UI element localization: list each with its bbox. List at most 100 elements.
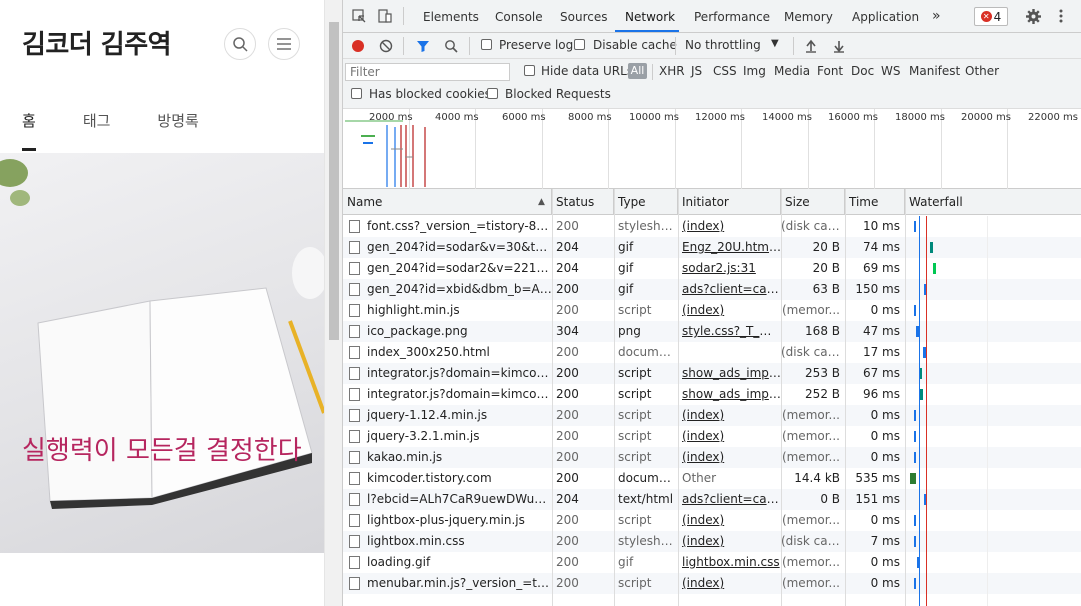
cell-initiator[interactable]: style.css?_T_=1... xyxy=(678,321,781,342)
tab-network[interactable]: Network xyxy=(625,10,675,24)
table-row[interactable]: lightbox-plus-jquery.min.js 200 script (ind… xyxy=(343,510,1081,531)
hide-data-urls-checkbox[interactable] xyxy=(524,65,535,76)
network-overview-timeline[interactable]: 2000 ms 4000 ms 6000 ms 8000 ms 10000 ms… xyxy=(343,109,1081,189)
cell-type: script xyxy=(618,513,652,527)
column-waterfall[interactable]: Waterfall xyxy=(905,189,1081,215)
cell-time: 17 ms xyxy=(862,345,900,359)
throttling-select[interactable]: No throttling xyxy=(685,38,761,52)
device-toolbar-icon[interactable] xyxy=(377,8,393,24)
table-row[interactable]: loading.gif 200 gif lightbox.min.css (memor.… xyxy=(343,552,1081,573)
cell-initiator[interactable]: (index) xyxy=(678,510,781,531)
cell-type: script xyxy=(618,303,652,317)
tab-memory[interactable]: Memory xyxy=(784,10,833,24)
cell-size: (memor... xyxy=(781,513,840,527)
cell-initiator[interactable]: sodar2.js:31 xyxy=(678,258,781,279)
table-row[interactable]: menubar.min.js?_version_=tistor... 200 scr… xyxy=(343,573,1081,594)
filter-type-xhr[interactable]: XHR xyxy=(659,64,685,78)
error-count-badge[interactable]: ✕ 4 xyxy=(974,7,1008,26)
cell-initiator[interactable]: (index) xyxy=(678,573,781,594)
cell-initiator[interactable]: (index) xyxy=(678,300,781,321)
settings-gear-icon[interactable] xyxy=(1025,8,1041,24)
filter-type-all[interactable]: All xyxy=(628,63,647,79)
tab-sources[interactable]: Sources xyxy=(560,10,607,24)
table-row[interactable]: gen_204?id=xbid&dbm_b=AKA... 200 gif ads?cl… xyxy=(343,279,1081,300)
cell-initiator[interactable]: (index) xyxy=(678,531,781,552)
throttling-dropdown-arrow[interactable]: ▼ xyxy=(771,38,779,49)
cell-type: png xyxy=(618,324,641,338)
clear-icon[interactable] xyxy=(378,38,394,54)
cell-initiator[interactable]: ads?client=ca-p... xyxy=(678,279,781,300)
cell-initiator[interactable]: (index) xyxy=(678,426,781,447)
nav-tag[interactable]: 태그 xyxy=(83,110,111,131)
blocked-requests-checkbox[interactable] xyxy=(487,88,498,99)
table-row[interactable]: jquery-3.2.1.min.js 200 script (index) (memo… xyxy=(343,426,1081,447)
cell-initiator[interactable]: show_ads_impl_... xyxy=(678,363,781,384)
nav-guestbook[interactable]: 방명록 xyxy=(157,110,198,131)
filter-input[interactable] xyxy=(345,63,510,81)
file-icon xyxy=(349,577,360,590)
filter-type-other[interactable]: Other xyxy=(965,64,999,78)
filter-type-media[interactable]: Media xyxy=(774,64,810,78)
page-scrollbar[interactable] xyxy=(324,0,342,606)
filter-type-js[interactable]: JS xyxy=(691,64,702,78)
table-row[interactable]: lightbox.min.css 200 stylesheet (index) (dis… xyxy=(343,531,1081,552)
waterfall-bar xyxy=(914,410,916,421)
table-row[interactable]: integrator.js?domain=kimcoder.... 200 scri… xyxy=(343,363,1081,384)
table-row[interactable]: ico_package.png 304 png style.css?_T_=1... 1… xyxy=(343,321,1081,342)
table-row[interactable]: integrator.js?domain=kimcoder.... 200 scri… xyxy=(343,384,1081,405)
blog-title[interactable]: 김코더 김주역 xyxy=(22,24,172,61)
column-time[interactable]: Time xyxy=(845,189,905,215)
filter-type-img[interactable]: Img xyxy=(743,64,766,78)
import-har-icon[interactable] xyxy=(803,38,819,54)
filter-type-doc[interactable]: Doc xyxy=(851,64,874,78)
column-name[interactable]: Name xyxy=(343,189,552,215)
filter-type-manifest[interactable]: Manifest xyxy=(909,64,960,78)
menu-button[interactable] xyxy=(268,28,300,60)
has-blocked-cookies-checkbox[interactable] xyxy=(351,88,362,99)
table-row[interactable]: kimcoder.tistory.com 200 document Other 14.4… xyxy=(343,468,1081,489)
table-row[interactable]: font.css?_version_=tistory-8663c... 200 st… xyxy=(343,216,1081,237)
tab-performance[interactable]: Performance xyxy=(694,10,770,24)
search-button[interactable] xyxy=(224,28,256,60)
column-status[interactable]: Status xyxy=(552,189,614,215)
filter-icon[interactable] xyxy=(415,38,431,54)
table-row[interactable]: gen_204?id=sodar2&v=221&t=... 204 gif sodar… xyxy=(343,258,1081,279)
tab-elements[interactable]: Elements xyxy=(423,10,479,24)
cell-initiator[interactable]: (index) xyxy=(678,447,781,468)
cell-type: document xyxy=(618,345,678,359)
tab-application[interactable]: Application xyxy=(852,10,919,24)
table-row[interactable]: jquery-1.12.4.min.js 200 script (index) (mem… xyxy=(343,405,1081,426)
table-row[interactable]: kakao.min.js 200 script (index) (memor... 0 m… xyxy=(343,447,1081,468)
nav-home[interactable]: 홈 xyxy=(22,110,36,151)
more-tabs-button[interactable]: » xyxy=(932,8,941,24)
cell-initiator[interactable]: show_ads_impl_... xyxy=(678,384,781,405)
export-har-icon[interactable] xyxy=(831,38,847,54)
column-initiator[interactable]: Initiator xyxy=(678,189,781,215)
table-row[interactable]: highlight.min.js 200 script (index) (memor..… xyxy=(343,300,1081,321)
scrollbar-thumb[interactable] xyxy=(329,22,339,340)
table-row[interactable]: gen_204?id=sodar&v=30&t=2&... 204 gif Engz_… xyxy=(343,237,1081,258)
table-row[interactable]: l?ebcid=ALh7CaR9uewDWuLNA... 204 text/html… xyxy=(343,489,1081,510)
tab-console[interactable]: Console xyxy=(495,10,543,24)
more-options-icon[interactable] xyxy=(1053,8,1069,24)
search-icon[interactable] xyxy=(443,38,459,54)
preserve-log-checkbox[interactable] xyxy=(481,39,492,50)
blog-page: 김코더 김주역 홈 태그 방명록 실행력이 모든걸 결정한다 xyxy=(0,0,324,606)
filter-type-css[interactable]: CSS xyxy=(713,64,737,78)
inspect-element-icon[interactable] xyxy=(351,8,367,24)
cell-initiator[interactable]: lightbox.min.css xyxy=(678,552,781,573)
table-row[interactable]: index_300x250.html 200 document (disk cac..… xyxy=(343,342,1081,363)
cell-initiator[interactable]: ads?client=ca-p... xyxy=(678,489,781,510)
column-size[interactable]: Size xyxy=(781,189,845,215)
cell-initiator[interactable]: (index) xyxy=(678,216,781,237)
filter-type-ws[interactable]: WS xyxy=(881,64,900,78)
column-type[interactable]: Type xyxy=(614,189,678,215)
waterfall-bar xyxy=(914,221,916,232)
cell-initiator[interactable]: (index) xyxy=(678,405,781,426)
filter-type-font[interactable]: Font xyxy=(817,64,843,78)
disable-cache-checkbox[interactable] xyxy=(574,39,585,50)
record-icon[interactable] xyxy=(350,38,366,54)
hero-image[interactable]: 실행력이 모든걸 결정한다 xyxy=(0,153,324,553)
cell-time: 0 ms xyxy=(870,303,900,317)
cell-initiator[interactable]: Engz_20U.html:35 xyxy=(678,237,781,258)
